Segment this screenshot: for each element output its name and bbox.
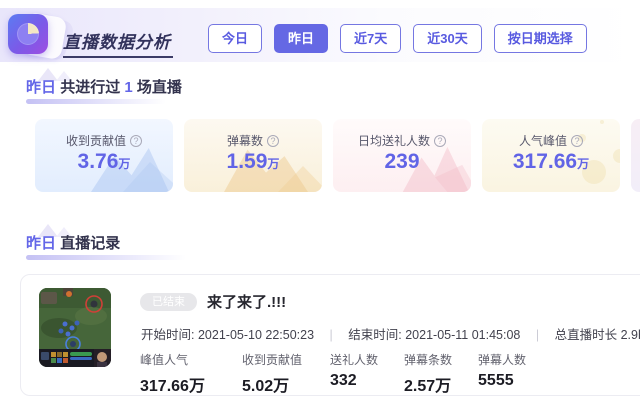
- card-value: 239: [384, 150, 420, 173]
- separator: |: [329, 328, 333, 342]
- card-label: 收到贡献值?: [35, 132, 173, 149]
- start-time-value: 2021-05-10 22:50:23: [197, 328, 315, 342]
- card-daily-gifters: 日均送礼人数? 239: [333, 119, 471, 192]
- card-peak-popularity: 人气峰值? 317.66万: [482, 119, 620, 192]
- tab-yesterday[interactable]: 昨日: [274, 24, 329, 53]
- stream-count: 1: [124, 79, 133, 96]
- summary-text-before: 共进行过: [60, 79, 121, 96]
- records-prefix: 昨日: [26, 235, 57, 252]
- stream-thumbnail[interactable]: [39, 288, 111, 367]
- separator: |: [535, 328, 540, 342]
- summary-prefix: 昨日: [26, 79, 57, 96]
- record-stats-row: 峰值人气 317.66万 收到贡献值 5.02万 送礼人数 332 弹幕条数 2…: [140, 351, 526, 396]
- end-time-value: 2021-05-11 01:45:08: [405, 328, 521, 342]
- unit-label: 万: [118, 157, 131, 171]
- status-badge: 已结束: [140, 292, 197, 311]
- stat-contribution: 收到贡献值 5.02万: [242, 353, 303, 395]
- card-value: 3.76万: [77, 150, 131, 173]
- duration-label: 总直播时长: [554, 328, 618, 342]
- tab-pick-date[interactable]: 按日期选择: [493, 24, 587, 53]
- stream-title: 来了来了.!!!: [207, 294, 287, 311]
- help-icon[interactable]: ?: [130, 135, 142, 147]
- card-label: 日均送礼人数?: [333, 132, 471, 149]
- card-value: 1.59万: [226, 150, 280, 173]
- summary-section-title: 昨日 共进行过 1 场直播: [26, 68, 182, 104]
- stat-peak-popularity: 峰值人气 317.66万: [140, 353, 205, 395]
- unit-label: 万: [577, 157, 590, 171]
- stat-gifters: 送礼人数 332: [330, 353, 379, 389]
- duration-value: 2.9h: [620, 328, 640, 342]
- summary-cards-row: 收到贡献值? 3.76万 弹幕数? 1.59万 日均送礼人数? 239 人气峰值…: [35, 119, 640, 192]
- summary-text-after: 场直播: [136, 79, 182, 96]
- records-title: 直播记录: [60, 235, 121, 252]
- card-label: 人气峰值?: [482, 132, 620, 149]
- card-contribution: 收到贡献值? 3.76万: [35, 119, 173, 192]
- help-icon[interactable]: ?: [267, 135, 279, 147]
- stream-record-card[interactable]: 已结束 来了来了.!!! 开始时间: 2021-05-10 22:50:23 |…: [20, 274, 640, 396]
- card-danmaku-count: 弹幕数? 1.59万: [184, 119, 322, 192]
- card-partial: [631, 119, 640, 192]
- start-time-label: 开始时间:: [141, 328, 195, 342]
- title-underline: [26, 99, 166, 104]
- page-title: 直播数据分析: [63, 28, 173, 58]
- end-time-label: 结束时间:: [348, 328, 402, 342]
- tab-last-30-days[interactable]: 近30天: [413, 24, 482, 53]
- help-icon[interactable]: ?: [434, 135, 446, 147]
- card-value: 317.66万: [512, 150, 590, 173]
- unit-label: 万: [267, 157, 280, 171]
- tab-today[interactable]: 今日: [208, 24, 263, 53]
- game-screenshot: [39, 288, 111, 367]
- stat-danmaku-users: 弹幕人数 5555: [478, 353, 527, 389]
- record-time-row: 开始时间: 2021-05-10 22:50:23 | 结束时间: 2021-0…: [141, 324, 640, 343]
- card-label: 弹幕数?: [184, 132, 322, 149]
- records-section-title: 昨日 直播记录: [26, 224, 186, 260]
- stat-danmaku-count: 弹幕条数 2.57万: [404, 353, 453, 395]
- header: 直播数据分析 今日 昨日 近7天 近30天 按日期选择: [0, 8, 640, 63]
- record-title-row: 已结束 来了来了.!!!: [140, 291, 286, 312]
- live-analytics-page: { "header": { "title": "直播数据分析", "tabs":…: [0, 0, 640, 403]
- date-range-tabs: 今日 昨日 近7天 近30天 按日期选择: [208, 24, 587, 53]
- help-icon[interactable]: ?: [571, 135, 583, 147]
- tab-last-7-days[interactable]: 近7天: [340, 24, 402, 53]
- record-content: 已结束 来了来了.!!! 开始时间: 2021-05-10 22:50:23 |…: [140, 275, 640, 395]
- title-underline: [26, 255, 186, 260]
- pie-chart-icon: [8, 14, 48, 54]
